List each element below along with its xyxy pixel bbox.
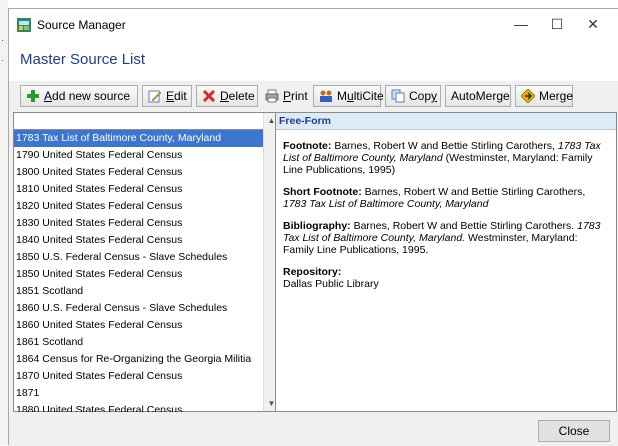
merge-label: Merge — [539, 89, 574, 103]
short-footnote-title: 1783 Tax List of Baltimore County, Maryl… — [283, 198, 489, 210]
source-list-item[interactable]: 1850 United States Federal Census — [14, 266, 264, 283]
pencil-icon — [148, 90, 162, 103]
plus-icon — [27, 90, 39, 102]
edge-fragment: · — [1, 35, 4, 45]
bibliography-block: Bibliography: Barnes, Robert W and Betti… — [283, 220, 609, 256]
source-list-item[interactable]: 1871 — [14, 385, 264, 402]
add-new-source-button[interactable]: Add new source — [20, 85, 138, 107]
source-list-item[interactable]: 1864 Census for Re-Organizing the Georgi… — [14, 351, 264, 368]
copy-label: Copy — [409, 89, 438, 103]
page-title: Master Source List — [20, 51, 146, 68]
copy-button[interactable]: Copy — [385, 85, 441, 107]
toolbar: Add new source Edit Delete Print MultiCi… — [9, 81, 618, 111]
print-label: Print — [283, 89, 308, 103]
close-window-button[interactable]: ✕ — [578, 13, 608, 35]
source-list-item[interactable]: 1870 United States Federal Census — [14, 368, 264, 385]
footnote-authors: Barnes, Robert W and Bettie Stirling Car… — [334, 140, 555, 152]
edit-label: Edit — [166, 89, 187, 103]
source-list-item[interactable]: 1790 United States Federal Census — [14, 147, 264, 164]
minimize-button[interactable]: — — [506, 13, 536, 35]
source-list-item[interactable]: 1820 United States Federal Census — [14, 198, 264, 215]
print-button[interactable]: Print — [259, 85, 311, 107]
dialog-footer: Close — [9, 412, 618, 446]
citation-preview: Footnote: Barnes, Robert W and Bettie St… — [276, 130, 616, 290]
source-list-item[interactable]: 1830 United States Federal Census — [14, 215, 264, 232]
short-footnote-authors: Barnes, Robert W and Bettie Stirling Car… — [364, 186, 586, 198]
multicite-label: MultiCite — [337, 89, 384, 103]
multicite-button[interactable]: MultiCite — [313, 85, 384, 107]
automerge-button[interactable]: AutoMerge — [445, 85, 511, 107]
repository-label: Repository: — [283, 266, 342, 278]
source-list-item[interactable]: 1880 United States Federal Census — [14, 402, 264, 412]
short-footnote-block: Short Footnote: Barnes, Robert W and Bet… — [283, 186, 609, 210]
delete-label: Delete — [220, 89, 255, 103]
people-icon — [320, 90, 332, 102]
short-footnote-label: Short Footnote: — [283, 186, 362, 198]
source-list: 1783 Tax List of Baltimore County, Maryl… — [14, 130, 264, 412]
merge-button[interactable]: Merge — [515, 85, 573, 107]
merge-diamond-icon — [521, 89, 535, 103]
footnote-block: Footnote: Barnes, Robert W and Bettie St… — [283, 140, 609, 176]
source-list-item[interactable]: 1800 United States Federal Census — [14, 164, 264, 181]
source-list-item[interactable]: 1860 United States Federal Census — [14, 317, 264, 334]
source-detail-panel: Free-Form Footnote: Barnes, Robert W and… — [275, 112, 617, 412]
edge-fragment: · — [1, 55, 4, 65]
detail-template-header: Free-Form — [276, 113, 616, 130]
source-manager-window: Source Manager — ☐ ✕ Master Source List … — [8, 8, 618, 446]
source-list-item[interactable]: 1851 Scotland — [14, 283, 264, 300]
source-list-item[interactable]: 1860 U.S. Federal Census - Slave Schedul… — [14, 300, 264, 317]
source-list-item[interactable]: 1810 United States Federal Census — [14, 181, 264, 198]
heading-bar: Master Source List — [9, 39, 618, 81]
background-window-edge: · · — [0, 0, 8, 445]
add-new-source-label: Add new source — [44, 89, 131, 103]
repository-value: Dallas Public Library — [283, 278, 379, 290]
title-bar: Source Manager — ☐ ✕ — [9, 9, 618, 39]
source-list-item[interactable]: 1850 U.S. Federal Census - Slave Schedul… — [14, 249, 264, 266]
bibliography-label: Bibliography: — [283, 220, 351, 232]
printer-icon — [265, 89, 279, 103]
source-list-item[interactable]: 1840 United States Federal Census — [14, 232, 264, 249]
copy-icon — [391, 89, 405, 103]
source-filter-input[interactable] — [14, 113, 264, 130]
source-list-panel: 1783 Tax List of Baltimore County, Maryl… — [13, 112, 279, 412]
source-list-item[interactable]: 1783 Tax List of Baltimore County, Maryl… — [14, 130, 264, 147]
footnote-label: Footnote: — [283, 140, 332, 152]
delete-x-icon — [202, 89, 216, 103]
source-list-item[interactable]: 1861 Scotland — [14, 334, 264, 351]
maximize-button[interactable]: ☐ — [542, 13, 572, 35]
automerge-label: AutoMerge — [451, 89, 510, 103]
app-icon — [17, 18, 31, 32]
edit-button[interactable]: Edit — [142, 85, 192, 107]
repository-block: Repository: Dallas Public Library — [283, 266, 609, 290]
bibliography-authors: Barnes, Robert W and Bettie Stirling Car… — [353, 220, 575, 232]
delete-button[interactable]: Delete — [196, 85, 258, 107]
window-title: Source Manager — [37, 18, 126, 32]
close-button[interactable]: Close — [538, 420, 610, 442]
